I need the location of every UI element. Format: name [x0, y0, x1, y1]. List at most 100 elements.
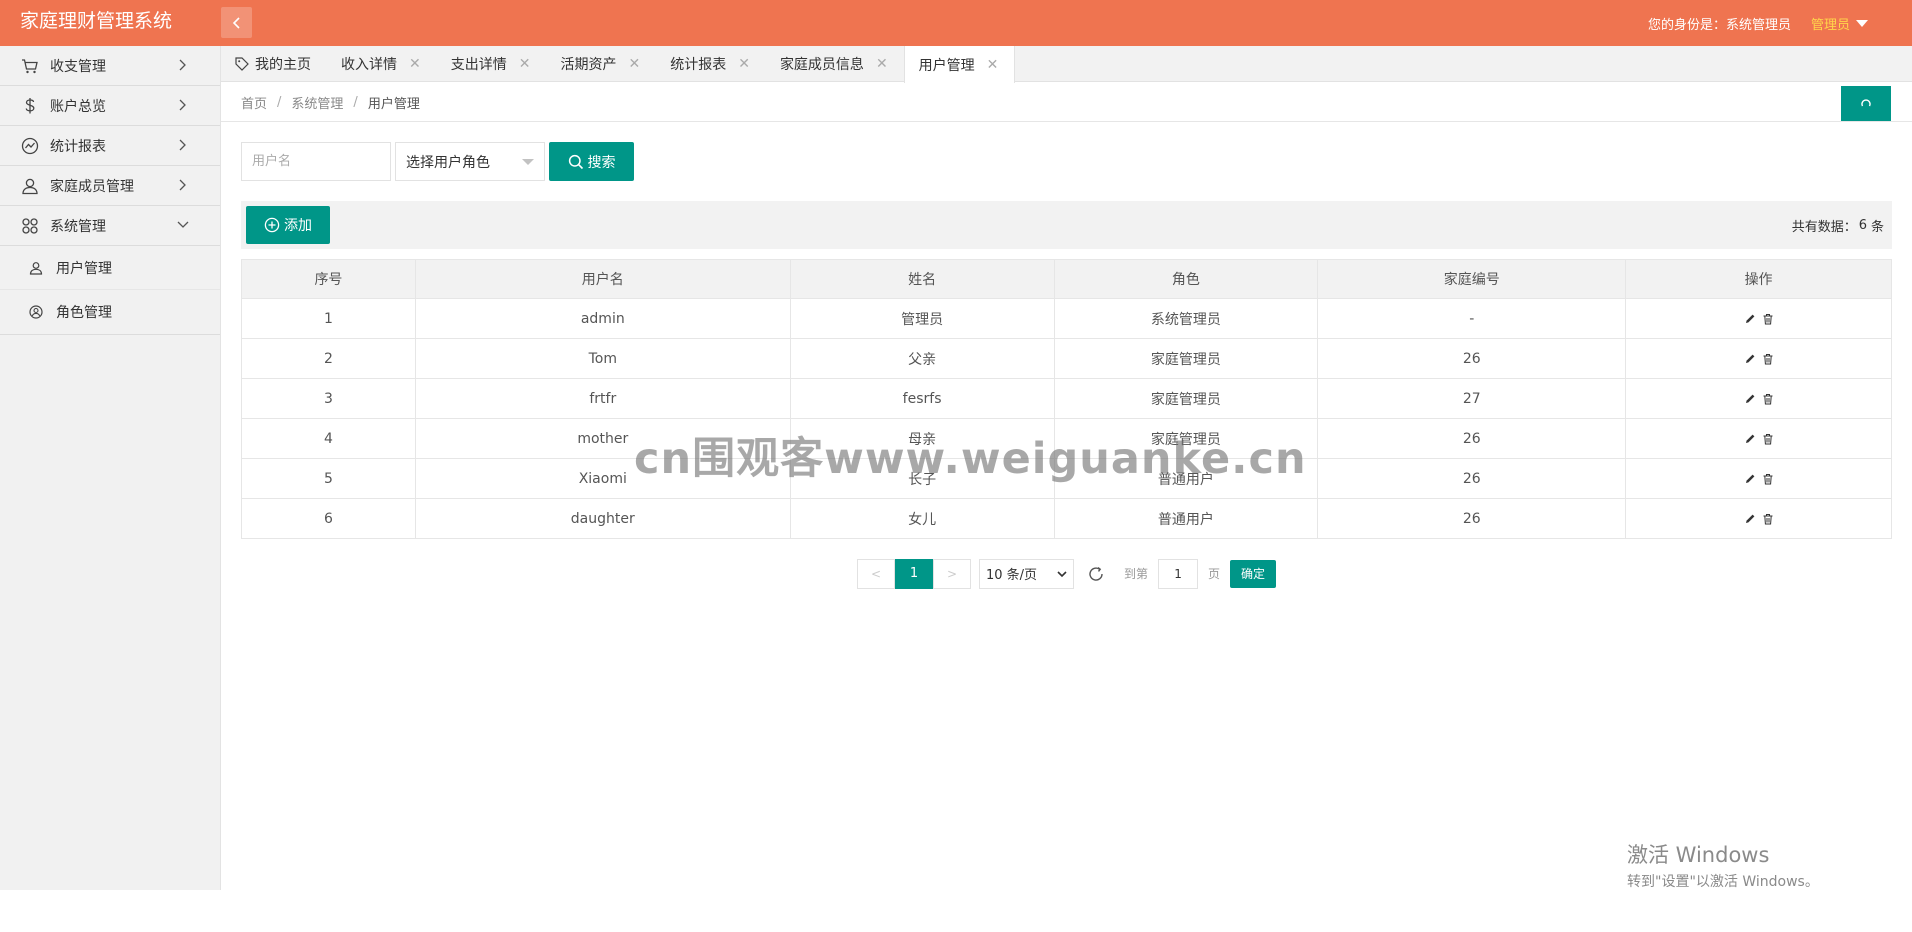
tab-family-info[interactable]: 家庭成员信息 ✕	[766, 46, 904, 82]
column-header: 操作	[1625, 259, 1892, 299]
cell-username: Tom	[414, 338, 791, 379]
close-icon[interactable]: ✕	[409, 56, 421, 72]
sidebar-item-accounts[interactable]: 账户总览	[0, 86, 220, 126]
tab-income[interactable]: 收入详情 ✕	[327, 46, 437, 82]
tab-home[interactable]: 我的主页	[221, 46, 327, 82]
cell-actions	[1625, 418, 1892, 459]
cell-username: frtfr	[414, 378, 791, 419]
role-select-label: 选择用户角色	[406, 154, 490, 171]
close-icon[interactable]: ✕	[738, 56, 750, 72]
column-header: 姓名	[789, 259, 1055, 299]
sidebar-sub-item-label: 角色管理	[56, 305, 112, 321]
chevron-right-icon	[179, 179, 186, 191]
cell-actions	[1625, 378, 1892, 419]
chevron-right-icon	[179, 59, 186, 71]
sidebar-item-reports[interactable]: 统计报表	[0, 126, 220, 166]
chevron-down-icon	[177, 221, 189, 228]
edit-icon[interactable]	[1744, 353, 1756, 365]
cell-family-id: 26	[1317, 418, 1627, 459]
delete-icon[interactable]	[1762, 433, 1774, 445]
prev-page-button[interactable]: <	[857, 558, 895, 589]
close-icon[interactable]: ✕	[628, 56, 640, 72]
role-icon	[28, 304, 44, 320]
edit-icon[interactable]	[1744, 433, 1756, 445]
breadcrumb: 首页 / 系统管理 / 用户管理	[241, 82, 420, 122]
sidebar-item-label: 收支管理	[50, 58, 106, 75]
username-search-input[interactable]	[241, 142, 391, 181]
breadcrumb-current: 用户管理	[367, 96, 420, 112]
cell-username: admin	[414, 298, 791, 339]
delete-icon[interactable]	[1762, 473, 1774, 485]
breadcrumb-separator: /	[353, 94, 358, 110]
user-name: 管理员	[1810, 17, 1850, 33]
user-icon	[28, 260, 44, 276]
goto-label: 到第	[1124, 567, 1149, 581]
sidebar-item-label: 系统管理	[50, 218, 106, 235]
cell-actions	[1625, 298, 1892, 339]
sidebar-item-income-expense[interactable]: 收支管理	[0, 46, 220, 86]
total-suffix: 条	[1870, 219, 1884, 235]
search-button[interactable]: 搜索	[549, 142, 634, 181]
total-prefix: 共有数据：	[1791, 219, 1857, 235]
delete-icon[interactable]	[1762, 393, 1774, 405]
close-icon[interactable]: ✕	[876, 56, 888, 72]
tab-reports[interactable]: 统计报表 ✕	[656, 46, 766, 82]
site-watermark: cn围观客www.weiguanke.cn	[634, 434, 1307, 484]
page-size-select[interactable]: 10 条/页	[979, 558, 1074, 589]
windows-activation-subtitle: 转到"设置"以激活 Windows。	[1627, 874, 1819, 890]
column-header: 用户名	[414, 259, 791, 299]
next-page-button[interactable]: >	[933, 558, 971, 589]
edit-icon[interactable]	[1744, 393, 1756, 405]
dollar-icon	[20, 96, 40, 116]
table-refresh-button[interactable]	[1086, 564, 1106, 584]
column-header: 角色	[1053, 259, 1319, 299]
tab-current-assets[interactable]: 活期资产 ✕	[546, 46, 656, 82]
chevron-right-icon	[179, 99, 186, 111]
tab-expense[interactable]: 支出详情 ✕	[437, 46, 547, 82]
cell-family-id: -	[1317, 298, 1627, 339]
page-refresh-button[interactable]	[1841, 86, 1891, 121]
tab-label: 统计报表	[670, 57, 727, 73]
role-select[interactable]: 选择用户角色	[395, 142, 545, 181]
sidebar-item-label: 统计报表	[50, 138, 106, 155]
user-menu[interactable]: 管理员	[1811, 14, 1868, 33]
breadcrumb-system[interactable]: 系统管理	[291, 93, 343, 112]
cell-role: 家庭管理员	[1053, 338, 1319, 379]
goto-page-input[interactable]	[1158, 558, 1199, 589]
tab-label: 我的主页	[255, 57, 311, 73]
cell-family-id: 26	[1317, 338, 1627, 379]
delete-icon[interactable]	[1762, 513, 1774, 525]
caret-down-icon	[1856, 19, 1868, 27]
sidebar-item-system[interactable]: 系统管理	[0, 206, 220, 246]
app-title: 家庭理财管理系统	[20, 10, 173, 32]
edit-icon[interactable]	[1744, 473, 1756, 485]
edit-icon[interactable]	[1744, 313, 1756, 325]
sidebar: 收支管理 账户总览 统计报表 家庭成员管理 系统管理 用户管理 角色管理	[0, 46, 221, 890]
edit-icon[interactable]	[1744, 513, 1756, 525]
cell-index: 5	[241, 458, 416, 499]
sidebar-item-user-management[interactable]: 用户管理	[0, 246, 220, 290]
table-row: 6 daughter 女儿 普通用户 26	[241, 498, 1892, 539]
cell-actions	[1625, 498, 1892, 539]
plus-circle-icon	[264, 217, 280, 233]
sidebar-item-family-members[interactable]: 家庭成员管理	[0, 166, 220, 206]
sidebar-collapse-button[interactable]	[221, 7, 252, 38]
chevron-left-icon	[232, 16, 240, 29]
users-table: 序号 用户名 姓名 角色 家庭编号 操作 1 admin 管理员 系统管理员 -…	[241, 259, 1892, 539]
delete-icon[interactable]	[1762, 313, 1774, 325]
chevron-down-icon	[1057, 570, 1067, 577]
close-icon[interactable]: ✕	[519, 56, 531, 72]
delete-icon[interactable]	[1762, 353, 1774, 365]
add-user-button[interactable]: 添加	[246, 206, 330, 244]
windows-activation-notice: 激活 Windows 转到"设置"以激活 Windows。	[1627, 839, 1819, 891]
tab-label: 收入详情	[341, 57, 397, 73]
table-row: 3 frtfr fesrfs 家庭管理员 27	[241, 378, 1892, 419]
current-page-button[interactable]: 1	[895, 558, 933, 589]
goto-confirm-button[interactable]: 确定	[1230, 559, 1277, 588]
sidebar-sub-item-label: 用户管理	[56, 260, 112, 277]
tab-user-management[interactable]: 用户管理 ✕	[903, 46, 1016, 83]
breadcrumb-home[interactable]: 首页	[241, 93, 267, 112]
sidebar-item-role-management[interactable]: 角色管理	[0, 290, 220, 334]
close-icon[interactable]: ✕	[987, 57, 999, 73]
refresh-icon	[1861, 98, 1871, 106]
